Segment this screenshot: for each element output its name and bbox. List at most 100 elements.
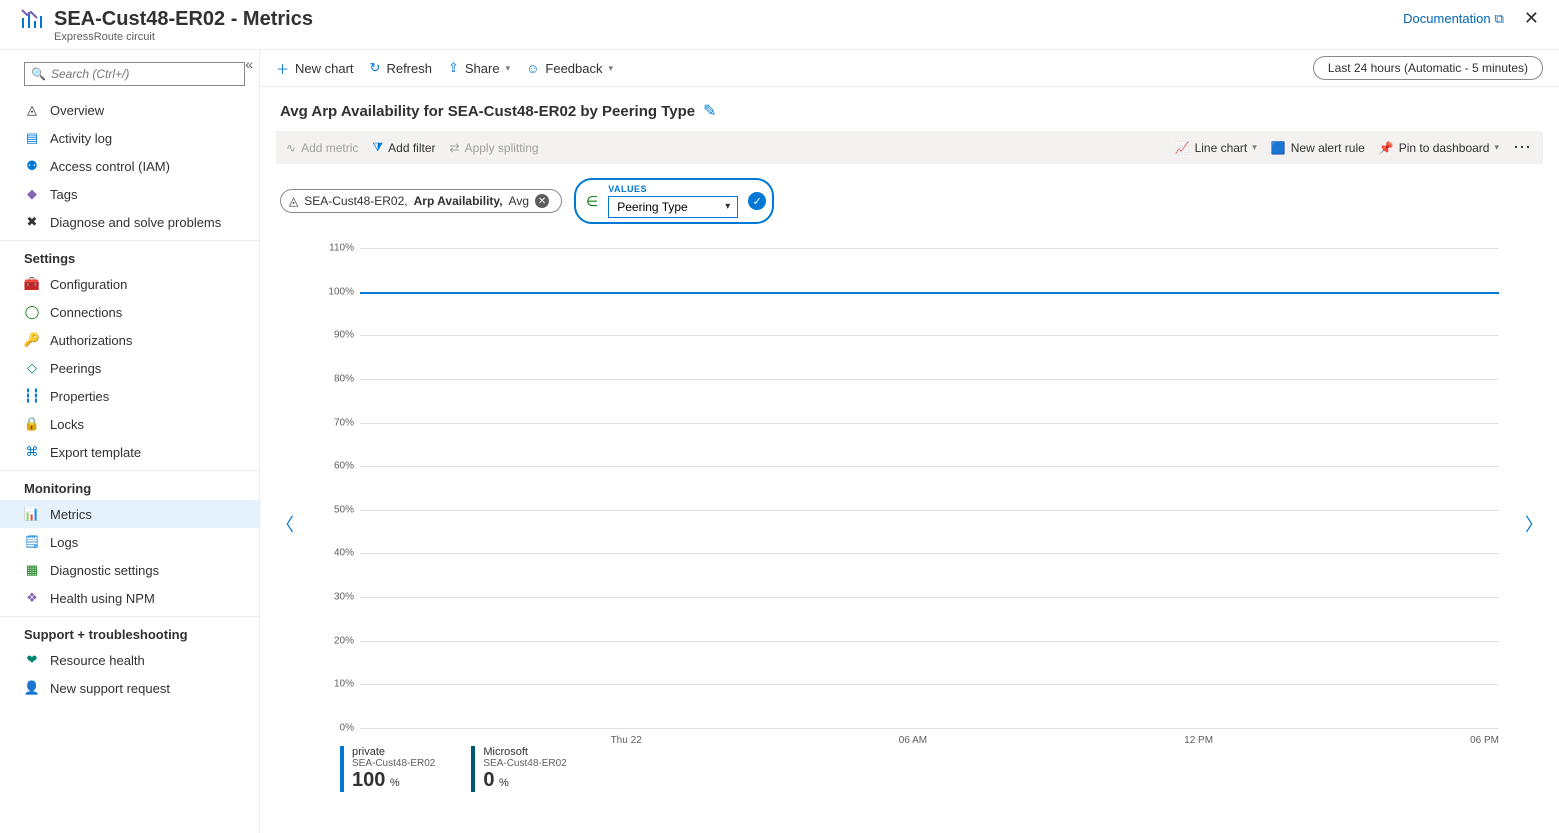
refresh-button[interactable]: ↻ Refresh xyxy=(370,60,432,76)
commit-split-icon[interactable]: ✓ xyxy=(748,192,766,210)
legend-item-private[interactable]: private SEA-Cust48-ER02 100 % xyxy=(340,746,435,792)
gridline xyxy=(360,510,1499,511)
new-alert-rule-button[interactable]: 🟦 New alert rule xyxy=(1271,141,1365,155)
sidebar-item-properties[interactable]: ┇┇Properties xyxy=(0,382,259,410)
search-icon: 🔍 xyxy=(31,67,46,81)
share-icon: ⇪ xyxy=(448,60,459,76)
y-tick-label: 110% xyxy=(320,243,354,254)
sidebar-item-tags[interactable]: ◆ Tags xyxy=(0,180,259,208)
split-values-select[interactable]: Peering Type xyxy=(608,196,738,218)
y-tick-label: 10% xyxy=(320,679,354,690)
documentation-link[interactable]: Documentation ⧉ xyxy=(1403,11,1504,27)
y-tick-label: 100% xyxy=(320,286,354,297)
gridline xyxy=(360,641,1499,642)
sidebar-section-label: Settings xyxy=(0,241,259,270)
sidebar-item-label: Connections xyxy=(50,305,122,320)
sidebar-item-label: Overview xyxy=(50,103,104,118)
sidebar-item-activity-log[interactable]: ▤Activity log xyxy=(0,124,259,152)
time-range-picker[interactable]: Last 24 hours (Automatic - 5 minutes) xyxy=(1313,56,1543,80)
sidebar-item-label: Locks xyxy=(50,417,84,432)
sidebar-item-configuration[interactable]: 🧰Configuration xyxy=(0,270,259,298)
chevron-down-icon: ▾ xyxy=(506,63,511,74)
split-back-icon[interactable]: ∈ xyxy=(586,193,598,210)
chart-area: 〈 〉 110%100%90%80%70%60%50%40%30%20%10%0… xyxy=(280,248,1539,800)
sidebar-item-authorizations[interactable]: 🔑Authorizations xyxy=(0,326,259,354)
share-button[interactable]: ⇪ Share ▾ xyxy=(448,60,510,76)
sidebar-section-label: Support + troubleshooting xyxy=(0,617,259,646)
sidebar-item-label: Diagnose and solve problems xyxy=(50,215,221,230)
edit-title-icon[interactable]: ✎ xyxy=(703,101,716,121)
sidebar-item-label: Authorizations xyxy=(50,333,132,348)
new-chart-button[interactable]: ＋ New chart xyxy=(276,59,354,78)
values-label: VALUES xyxy=(608,184,738,194)
sidebar-item-connections[interactable]: ◯ Connections xyxy=(0,298,259,326)
sidebar-item-logs[interactable]: 🗒Logs xyxy=(0,528,259,556)
sidebar-item-diagnose-and-solve-problems[interactable]: ✖ Diagnose and solve problems xyxy=(0,208,259,236)
pin-dashboard-button[interactable]: 📌 Pin to dashboard ▾ xyxy=(1379,141,1499,155)
sidebar-item-metrics[interactable]: 📊Metrics xyxy=(0,500,259,528)
gridline xyxy=(360,466,1499,467)
sidebar-item-label: Export template xyxy=(50,445,141,460)
sidebar-item-label: Tags xyxy=(50,187,77,202)
y-tick-label: 90% xyxy=(320,330,354,341)
search-input[interactable] xyxy=(24,62,245,86)
diag-settings-icon: ▦ xyxy=(24,562,40,578)
series-line-private xyxy=(360,292,1499,294)
gridline xyxy=(360,728,1499,729)
y-tick-label: 0% xyxy=(320,723,354,734)
activity-icon: ▤ xyxy=(24,130,40,146)
filter-icon: ⧩ xyxy=(372,140,383,155)
metrics-icon: 📊 xyxy=(24,506,40,522)
y-tick-label: 20% xyxy=(320,635,354,646)
y-tick-label: 40% xyxy=(320,548,354,559)
sidebar-item-label: Configuration xyxy=(50,277,127,292)
connections-icon: ◯ xyxy=(24,304,40,320)
apply-splitting-button[interactable]: ⇄ Apply splitting xyxy=(450,141,539,155)
sidebar-item-label: Diagnostic settings xyxy=(50,563,159,578)
chart-title: Avg Arp Availability for SEA-Cust48-ER02… xyxy=(280,103,695,120)
page-subtitle: ExpressRoute circuit xyxy=(54,31,1403,43)
close-icon[interactable]: ✕ xyxy=(1524,8,1539,29)
feedback-icon: ☺ xyxy=(526,61,539,76)
sidebar-item-overview[interactable]: ◬Overview xyxy=(0,96,259,124)
x-axis: Thu 2206 AM12 PM06 PM xyxy=(360,735,1499,746)
page-header: SEA-Cust48-ER02 - Metrics ExpressRoute c… xyxy=(0,0,1559,50)
sidebar-item-export-template[interactable]: ⌘Export template xyxy=(0,438,259,466)
y-tick-label: 80% xyxy=(320,373,354,384)
support-icon: 👤 xyxy=(24,680,40,696)
sidebar-item-label: Resource health xyxy=(50,653,145,668)
refresh-icon: ↻ xyxy=(370,60,381,76)
chevron-down-icon: ▾ xyxy=(1252,142,1257,153)
sidebar-item-access-control-iam-[interactable]: ⚉Access control (IAM) xyxy=(0,152,259,180)
toolbar: ＋ New chart ↻ Refresh ⇪ Share ▾ ☺ Feedba… xyxy=(260,50,1559,87)
y-tick-label: 70% xyxy=(320,417,354,428)
more-actions-button[interactable]: ⋯ xyxy=(1513,137,1533,158)
sidebar-item-resource-health[interactable]: ❤ Resource health xyxy=(0,646,259,674)
remove-metric-icon[interactable]: ✕ xyxy=(535,194,549,208)
alert-icon: 🟦 xyxy=(1271,141,1286,155)
y-tick-label: 60% xyxy=(320,461,354,472)
sidebar-item-health-using-npm[interactable]: ❖Health using NPM xyxy=(0,584,259,612)
sidebar-item-label: Peerings xyxy=(50,361,101,376)
gridline xyxy=(360,423,1499,424)
sidebar-item-diagnostic-settings[interactable]: ▦ Diagnostic settings xyxy=(0,556,259,584)
resource-health-icon: ❤ xyxy=(24,652,40,668)
prev-chart-icon[interactable]: 〈 xyxy=(276,511,294,537)
chevron-down-icon: ▾ xyxy=(609,63,614,74)
sidebar-item-new-support-request[interactable]: 👤New support request xyxy=(0,674,259,702)
split-icon: ⇄ xyxy=(450,141,460,155)
chart-type-dropdown[interactable]: 📈 Line chart ▾ xyxy=(1175,141,1257,155)
legend-item-microsoft[interactable]: Microsoft SEA-Cust48-ER02 0 % xyxy=(471,746,566,792)
feedback-button[interactable]: ☺ Feedback ▾ xyxy=(526,61,613,76)
tags-icon: ◆ xyxy=(24,186,40,202)
add-metric-icon: ∿ xyxy=(286,141,296,155)
metric-toolbar: ∿ Add metric ⧩ Add filter ⇄ Apply splitt… xyxy=(276,131,1543,164)
metric-pill[interactable]: ◬ SEA-Cust48-ER02, Arp Availability, Avg… xyxy=(280,189,562,213)
sidebar-item-peerings[interactable]: ◇Peerings xyxy=(0,354,259,382)
next-chart-icon[interactable]: 〉 xyxy=(1525,511,1543,537)
resource-icon: ◬ xyxy=(289,194,298,208)
diagnose-icon: ✖ xyxy=(24,214,40,230)
add-filter-button[interactable]: ⧩ Add filter xyxy=(372,140,435,155)
sidebar-item-locks[interactable]: 🔒Locks xyxy=(0,410,259,438)
add-metric-button[interactable]: ∿ Add metric xyxy=(286,141,358,155)
